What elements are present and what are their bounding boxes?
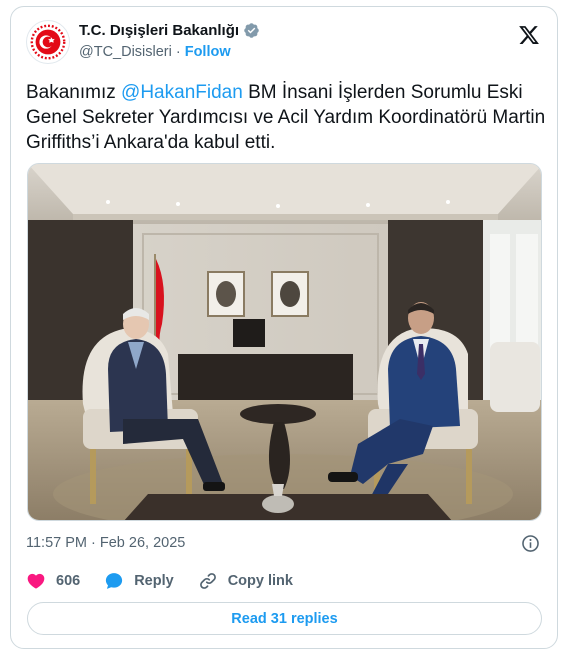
tweet-card: T.C. Dışişleri Bakanlığı @TC_Disisleri ·… bbox=[10, 6, 558, 649]
tweet-header: T.C. Dışişleri Bakanlığı @TC_Disisleri ·… bbox=[26, 18, 542, 66]
like-count: 606 bbox=[56, 573, 81, 589]
tweet-text: Bakanımız @HakanFidan BM İnsani İşlerden… bbox=[26, 80, 546, 155]
read-replies-button[interactable]: Read 31 replies bbox=[27, 602, 542, 635]
display-name[interactable]: T.C. Dışişleri Bakanlığı bbox=[79, 22, 239, 39]
link-icon bbox=[199, 573, 216, 589]
tweet-photo[interactable] bbox=[27, 163, 542, 521]
timestamp[interactable]: 11:57 PM · Feb 26, 2025 bbox=[26, 535, 185, 551]
reply-bubble-icon bbox=[106, 573, 123, 589]
reply-button[interactable]: Reply bbox=[104, 571, 174, 591]
heart-icon bbox=[27, 573, 45, 589]
mention-link[interactable]: @HakanFidan bbox=[121, 82, 243, 103]
tweet-text-start: Bakanımız bbox=[26, 82, 122, 103]
meeting-photo bbox=[28, 164, 541, 520]
handle[interactable]: @TC_Disisleri bbox=[79, 44, 172, 60]
separator: · bbox=[175, 44, 181, 60]
info-icon[interactable] bbox=[521, 534, 540, 553]
x-logo-icon[interactable] bbox=[518, 24, 540, 46]
copy-link-label: Copy link bbox=[227, 573, 293, 589]
follow-button[interactable]: Follow bbox=[185, 44, 231, 60]
action-bar: 606 Reply Copy link bbox=[26, 570, 542, 592]
timestamp-row: 11:57 PM · Feb 26, 2025 bbox=[26, 534, 542, 554]
turkish-emblem-icon bbox=[27, 21, 69, 63]
avatar[interactable] bbox=[26, 20, 70, 64]
like-button[interactable]: 606 bbox=[26, 571, 80, 591]
verified-badge-icon bbox=[244, 23, 259, 38]
copy-link-button[interactable]: Copy link bbox=[198, 571, 293, 591]
reply-label: Reply bbox=[134, 573, 174, 589]
